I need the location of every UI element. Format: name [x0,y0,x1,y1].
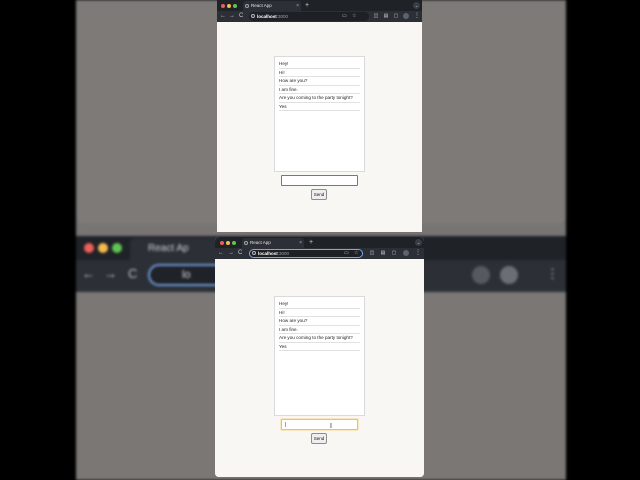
back-button[interactable]: ← [220,12,226,21]
globe-icon [244,241,248,245]
close-tab-icon[interactable]: × [296,1,299,11]
background-profile-icon [500,266,518,284]
chat-message: Are you coming to the party tonight? [279,94,360,103]
forward-button[interactable]: → [229,12,235,21]
profile-avatar-icon[interactable] [403,250,409,256]
sidebar-icon[interactable]: ▢ [391,250,397,256]
chat-message: Are you coming to the party tonight? [279,334,360,343]
browser-window-bottom: React App × + ⌄ ← → C localhost:3000 ▭ ☆… [215,237,424,477]
zoom-window-dot[interactable] [233,4,237,8]
background-zoom-dot [112,243,122,253]
address-bar[interactable]: localhost:3000 ▭ ☆ [249,249,363,258]
menu-icon[interactable]: ⋮ [414,12,420,19]
globe-icon [245,4,249,8]
reload-button[interactable]: C [238,249,242,258]
downloads-icon[interactable]: ▤ [380,250,386,256]
extensions-icon[interactable]: ◫ [373,13,379,19]
background-minimize-dot [98,243,108,253]
zoom-window-dot[interactable] [232,241,236,245]
tab-react-app[interactable]: React App × [242,238,304,248]
close-window-dot[interactable] [221,4,225,8]
chat-message: I am fine. [279,86,360,94]
tab-search-button[interactable]: ⌄ [415,239,422,246]
tab-search-button[interactable]: ⌄ [413,2,420,9]
chat-messages-box: Hey! Hi! How are you? I am fine. Are you… [274,296,365,416]
address-bar[interactable]: localhost:3000 ▭ ☆ [249,12,369,21]
url-port: :3000 [276,14,289,19]
browser-window-top: React App × + ⌄ ← → C localhost:3000 ▭ ☆… [217,0,422,232]
minimize-window-dot[interactable] [226,241,230,245]
text-caret [285,422,286,427]
background-reload-icon: C [128,266,138,281]
new-tab-button[interactable]: + [305,1,309,10]
background-extension-icon [472,266,490,284]
site-info-icon[interactable] [252,251,256,255]
url-host: localhost [258,251,278,256]
chat-message: Yes [279,343,360,351]
send-button[interactable]: Send [311,433,327,444]
url-host: localhost [257,14,277,19]
extensions-icon[interactable]: ◫ [369,250,375,256]
cast-icon[interactable]: ▭ [342,12,347,21]
chat-message: Hey! [279,300,360,309]
url-port: :3000 [277,251,290,256]
menu-icon[interactable]: ⋮ [415,249,421,256]
tab-title: React App [251,3,272,8]
page-content: Hey! Hi! How are you? I am fine. Are you… [217,22,422,232]
chat-message: Hey! [279,60,360,69]
chat-message: Yes [279,103,360,111]
page-content: Hey! Hi! How are you? I am fine. Are you… [215,259,424,477]
bookmark-star-icon[interactable]: ☆ [352,12,356,21]
site-info-icon[interactable] [251,14,255,18]
tab-strip: React App × + ⌄ [217,0,422,11]
downloads-icon[interactable]: ▤ [383,13,389,19]
tab-react-app[interactable]: React App × [243,1,301,11]
back-button[interactable]: ← [218,249,224,258]
message-input[interactable] [281,175,358,186]
close-window-dot[interactable] [220,241,224,245]
chat-message: How are you? [279,77,360,86]
ibeam-cursor-icon: I [330,423,332,430]
bookmark-star-icon[interactable]: ☆ [354,250,358,257]
background-forward-icon: → [104,266,117,281]
background-url-text: lo [182,269,191,281]
forward-button[interactable]: → [228,249,234,258]
background-close-dot [84,243,94,253]
browser-toolbar: ← → C localhost:3000 ▭ ☆ ◫ ▤ ▢ ⋮ [215,248,424,259]
background-menu-icon: ⋮ [546,266,559,281]
sidebar-icon[interactable]: ▢ [393,13,399,19]
chat-message: How are you? [279,317,360,326]
new-tab-button[interactable]: + [309,238,313,247]
minimize-window-dot[interactable] [227,4,231,8]
tab-title: React App [250,240,271,245]
message-input[interactable] [281,419,358,430]
send-button[interactable]: Send [311,189,327,200]
browser-toolbar: ← → C localhost:3000 ▭ ☆ ◫ ▤ ▢ ⋮ [217,11,422,22]
reload-button[interactable]: C [239,12,243,21]
profile-avatar-icon[interactable] [403,13,409,19]
cast-icon[interactable]: ▭ [344,250,349,257]
close-tab-icon[interactable]: × [299,238,302,248]
tab-strip: React App × + ⌄ [215,237,424,248]
chat-messages-box: Hey! Hi! How are you? I am fine. Are you… [274,56,365,172]
chat-message: Hi! [279,69,360,77]
video-frame: React Ap ← → C lo ⋮ React App × + ⌄ ← → … [0,0,640,480]
chat-message: Hi! [279,309,360,317]
background-tab-title: React Ap [148,243,189,254]
chat-message: I am fine. [279,326,360,334]
background-back-icon: ← [82,266,95,281]
